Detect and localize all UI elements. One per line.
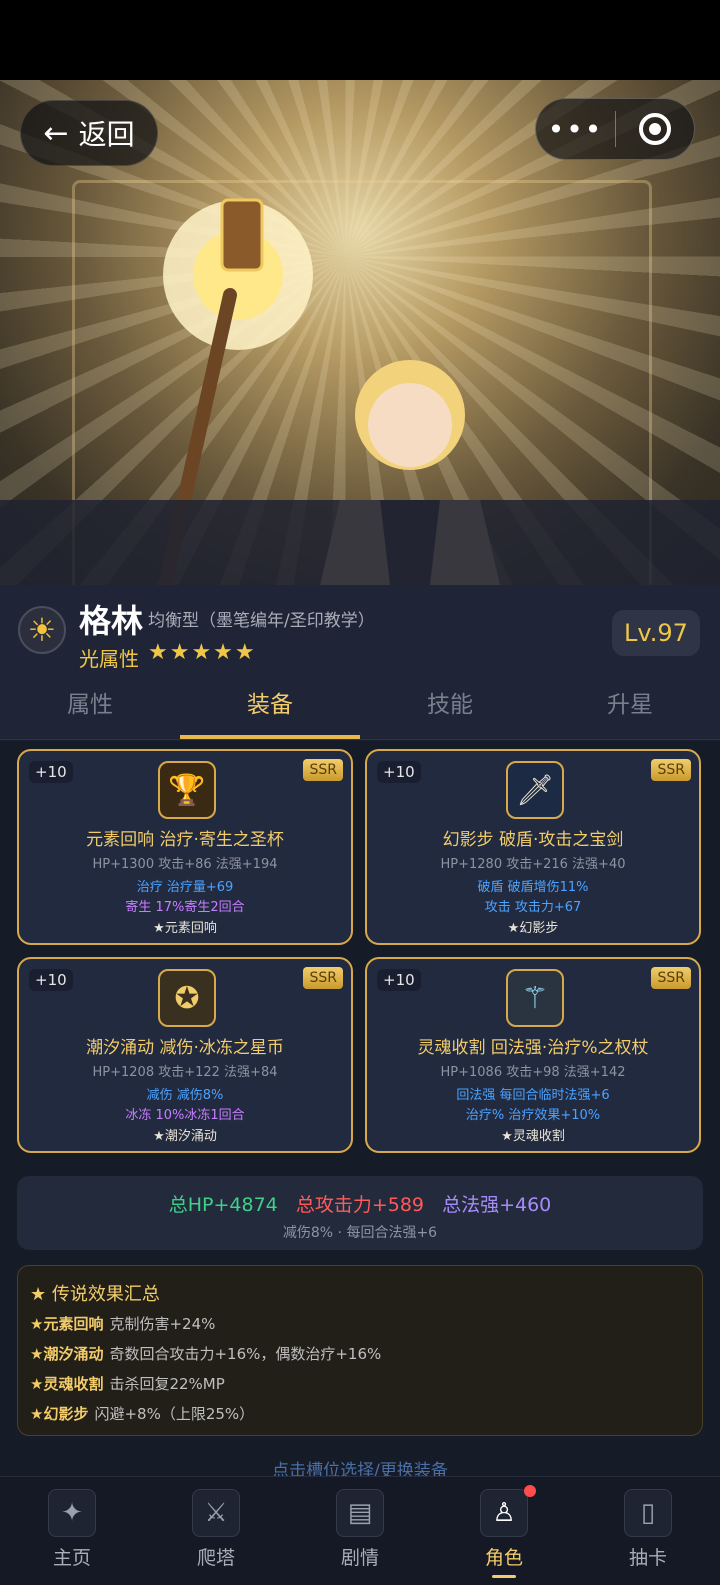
legend-item-desc: 闪避+8%（上限25%） xyxy=(94,1405,255,1423)
nav-label: 角色 xyxy=(484,1547,523,1569)
level-badge: Lv.97 xyxy=(612,610,700,656)
star-coin-icon: ✪ xyxy=(158,969,216,1027)
total-magic: 总法强+460 xyxy=(442,1194,552,1216)
equipment-title: 幻影步 破盾·攻击之宝剑 xyxy=(442,830,624,850)
equipment-legend: ★灵魂收割 xyxy=(501,1129,565,1144)
scepter-icon: ⚚ xyxy=(506,969,564,1027)
legend-heading: ★ 传说效果汇总 xyxy=(30,1284,160,1305)
equipment-title: 灵魂收割 回法强·治疗%之权杖 xyxy=(417,1038,649,1058)
legend-item-desc: 奇数回合攻击力+16%，偶数治疗+16% xyxy=(109,1345,382,1363)
tab-bar: 属性 装备 技能 升星 xyxy=(0,675,720,740)
enhance-level: +10 xyxy=(377,761,421,783)
legend-item-name: ★幻影步 xyxy=(30,1405,89,1423)
active-indicator xyxy=(492,1575,516,1578)
nav-gacha[interactable]: ▯ 抽卡 xyxy=(576,1477,720,1585)
enhance-level: +10 xyxy=(29,761,73,783)
nav-home[interactable]: ✦ 主页 xyxy=(0,1477,144,1585)
back-label: 返回 xyxy=(78,118,135,151)
nav-label: 爬塔 xyxy=(196,1547,235,1569)
totals-row: 总HP+4874 总攻击力+589 总法强+460 xyxy=(17,1190,703,1217)
equipment-effect-1: 减伤 减伤8% xyxy=(146,1088,224,1103)
back-button[interactable]: ← 返回 xyxy=(20,100,158,166)
sword-icon: 🗡 xyxy=(506,761,564,819)
sun-icon: ☀ xyxy=(18,606,66,654)
equipment-effect-2: 攻击 攻击力+67 xyxy=(484,900,582,915)
equipment-effect-2: 冰冻 10%冰冻1回合 xyxy=(125,1108,245,1123)
arrow-left-icon: ← xyxy=(43,115,69,151)
more-options-button[interactable]: ••• xyxy=(536,113,615,146)
enhance-level: +10 xyxy=(29,969,73,991)
total-attack: 总攻击力+589 xyxy=(295,1194,425,1216)
close-mini-program-button[interactable] xyxy=(616,113,694,145)
rarity-badge: SSR xyxy=(651,759,691,781)
legend-item-name: ★元素回响 xyxy=(30,1315,104,1333)
status-bar xyxy=(0,0,720,80)
hooded-figure-icon: ♙ xyxy=(480,1489,528,1537)
equipment-effect-2: 治疗% 治疗效果+10% xyxy=(465,1108,601,1123)
nav-label: 剧情 xyxy=(340,1547,379,1569)
star-rating: ★★★★★ xyxy=(148,640,257,665)
equipment-title: 潮汐涌动 减伤·冰冻之星币 xyxy=(86,1038,284,1058)
equipment-stats: HP+1300 攻击+86 法强+194 xyxy=(92,857,278,872)
tab-equipment[interactable]: 装备 xyxy=(180,675,360,739)
nav-label: 主页 xyxy=(52,1547,91,1569)
enhance-level: +10 xyxy=(377,969,421,991)
equipment-legend: ★元素回响 xyxy=(153,921,217,936)
compass-icon: ✦ xyxy=(48,1489,96,1537)
totals-subtext: 减伤8% · 每回合法强+6 xyxy=(282,1225,438,1241)
total-hp: 总HP+4874 xyxy=(168,1194,278,1216)
equipment-effect-1: 治疗 治疗量+69 xyxy=(136,880,234,895)
chalice-icon: 🏆 xyxy=(158,761,216,819)
equipment-effect-2: 寄生 17%寄生2回合 xyxy=(125,900,245,915)
equipment-stats: HP+1086 攻击+98 法强+142 xyxy=(440,1065,626,1080)
character-element: 光属性 xyxy=(79,647,139,671)
equipment-legend: ★幻影步 xyxy=(507,921,559,936)
nav-label: 抽卡 xyxy=(628,1547,667,1569)
equipment-effect-1: 回法强 每回合临时法强+6 xyxy=(456,1088,610,1103)
nav-tower[interactable]: ⚔ 爬塔 xyxy=(144,1477,288,1585)
bottom-nav: ✦ 主页 ⚔ 爬塔 ▤ 剧情 ♙ 角色 ▯ 抽卡 xyxy=(0,1476,720,1585)
legend-effects-panel: ★ 传说效果汇总 ★元素回响 克制伤害+24% ★潮汐涌动 奇数回合攻击力+16%，… xyxy=(17,1265,703,1436)
nav-character[interactable]: ♙ 角色 xyxy=(432,1477,576,1585)
equipment-slot[interactable]: +10 SSR 🗡 幻影步 破盾·攻击之宝剑 HP+1280 攻击+216 法强… xyxy=(365,749,701,945)
legend-item: ★潮汐涌动 奇数回合攻击力+16%，偶数治疗+16% xyxy=(30,1343,381,1364)
character-subtype: 均衡型（墨笔编年/圣印教学） xyxy=(148,611,375,631)
legend-item: ★幻影步 闪避+8%（上限25%） xyxy=(30,1403,254,1424)
legend-item-name: ★灵魂收割 xyxy=(30,1375,104,1393)
legend-item-desc: 击杀回复22%MP xyxy=(109,1375,225,1393)
equipment-stats: HP+1208 攻击+122 法强+84 xyxy=(92,1065,278,1080)
equipment-stats: HP+1280 攻击+216 法强+40 xyxy=(440,857,626,872)
tab-attributes[interactable]: 属性 xyxy=(0,675,180,739)
rarity-badge: SSR xyxy=(303,967,343,989)
totals-summary: 总HP+4874 总攻击力+589 总法强+460 减伤8% · 每回合法强+6 xyxy=(17,1176,703,1250)
equipment-legend: ★潮汐涌动 xyxy=(153,1129,217,1144)
shield-swords-icon: ⚔ xyxy=(192,1489,240,1537)
equipment-slot[interactable]: +10 SSR ⚚ 灵魂收割 回法强·治疗%之权杖 HP+1086 攻击+98 … xyxy=(365,957,701,1153)
tab-skills[interactable]: 技能 xyxy=(360,675,540,739)
legend-item-name: ★潮汐涌动 xyxy=(30,1345,104,1363)
equipment-effect-1: 破盾 破盾增伤11% xyxy=(477,880,589,895)
notification-badge xyxy=(524,1485,536,1497)
mini-program-capsule: ••• xyxy=(535,98,695,160)
nav-story[interactable]: ▤ 剧情 xyxy=(288,1477,432,1585)
equipment-slot[interactable]: +10 SSR 🏆 元素回响 治疗·寄生之圣杯 HP+1300 攻击+86 法强… xyxy=(17,749,353,945)
hero-shade xyxy=(0,500,720,585)
legend-item: ★灵魂收割 击杀回复22%MP xyxy=(30,1373,225,1394)
legend-item: ★元素回响 克制伤害+24% xyxy=(30,1313,215,1334)
target-icon xyxy=(638,113,671,145)
equipment-title: 元素回响 治疗·寄生之圣杯 xyxy=(86,830,284,850)
character-name: 格林 xyxy=(79,602,144,640)
rarity-badge: SSR xyxy=(303,759,343,781)
card-icon: ▯ xyxy=(624,1489,672,1537)
equipment-slot[interactable]: +10 SSR ✪ 潮汐涌动 减伤·冰冻之星币 HP+1208 攻击+122 法… xyxy=(17,957,353,1153)
book-icon: ▤ xyxy=(336,1489,384,1537)
legend-item-desc: 克制伤害+24% xyxy=(109,1315,216,1333)
rarity-badge: SSR xyxy=(651,967,691,989)
tab-star-up[interactable]: 升星 xyxy=(540,675,720,739)
